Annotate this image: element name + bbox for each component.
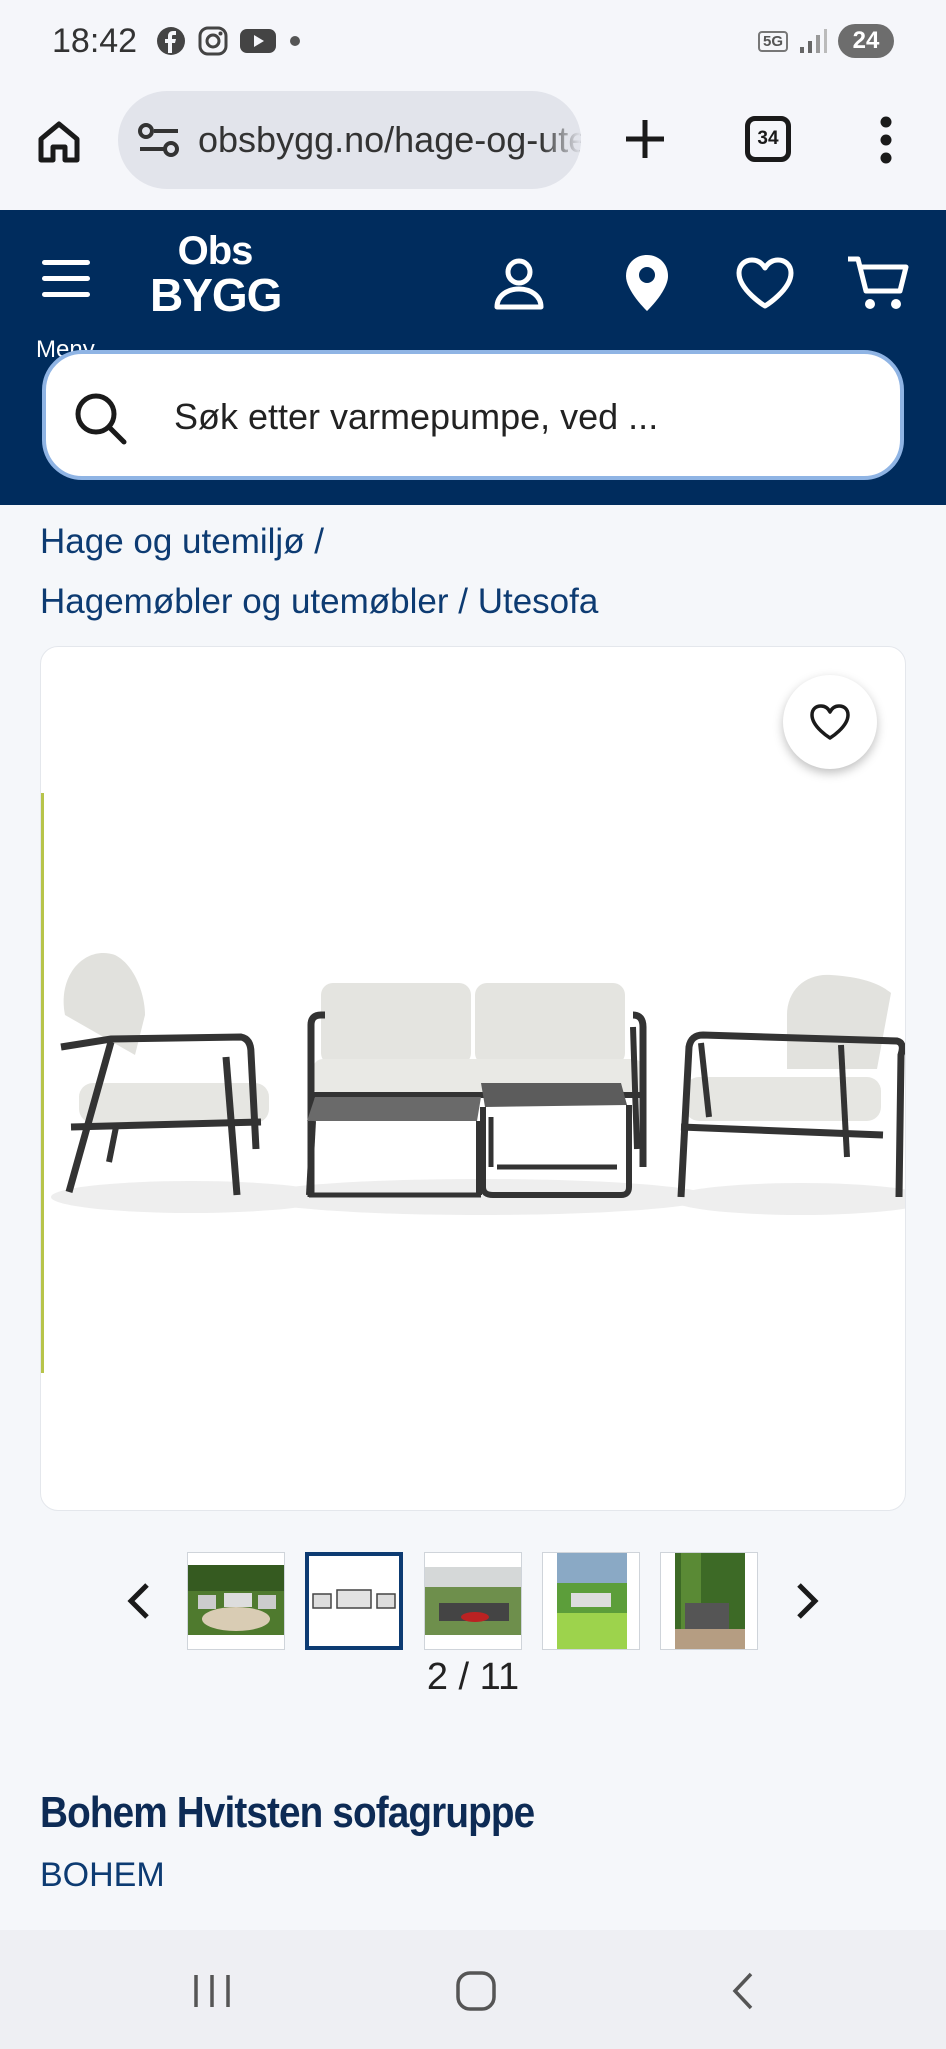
breadcrumb: Hage og utemiljø / Hagemøbler og utemøbl…	[40, 512, 920, 632]
thumbnail-2[interactable]	[305, 1552, 403, 1650]
product-brand[interactable]: BOHEM	[40, 1856, 165, 1895]
facebook-icon	[157, 27, 185, 55]
previous-image-button[interactable]	[118, 1576, 158, 1626]
product-photo	[51, 953, 905, 1215]
thumbnail-5[interactable]	[660, 1552, 758, 1650]
logo-line1: Obs	[177, 229, 254, 273]
thumbnail-image	[188, 1553, 284, 1649]
left-armchair	[60, 953, 269, 1196]
browser-toolbar: obsbygg.no/hage-og-utemiljo 34	[0, 88, 946, 210]
logo-line2: BYGG	[150, 269, 282, 321]
heart-icon	[810, 704, 850, 740]
system-nav-bar	[0, 1930, 946, 2049]
thumbnail-image	[661, 1553, 757, 1649]
home-nav-button[interactable]	[446, 1966, 506, 2016]
thumbnail-strip	[0, 1548, 946, 1654]
more-menu-button[interactable]	[866, 110, 906, 170]
thumbnail-image	[425, 1553, 521, 1649]
thumbnail-4[interactable]	[542, 1552, 640, 1650]
thumbnail-1[interactable]	[187, 1552, 285, 1650]
user-icon	[494, 258, 544, 310]
right-armchair	[677, 974, 905, 1198]
search-icon	[75, 393, 127, 445]
recent-apps-icon	[194, 1975, 230, 2007]
next-image-button[interactable]	[788, 1576, 828, 1626]
status-bar: 18:42 5G 24	[0, 0, 946, 88]
breadcrumb-item-hagemobler[interactable]: Hagemøbler og utemøbler	[40, 582, 449, 621]
product-main-image[interactable]	[40, 646, 906, 1511]
chevron-left-icon	[127, 1583, 149, 1619]
account-button[interactable]	[484, 248, 554, 318]
add-to-favorites-button[interactable]	[783, 675, 877, 769]
home-circle-icon	[456, 1971, 496, 2011]
breadcrumb-item-utesofa[interactable]: Utesofa	[478, 582, 599, 621]
cart-button[interactable]	[842, 248, 912, 318]
status-time: 18:42	[52, 22, 138, 60]
site-logo[interactable]: Obs BYGG	[150, 229, 282, 321]
site-header: Meny Obs BYGG Søk etter varmepumpe, ved …	[0, 210, 946, 505]
back-button[interactable]	[712, 1966, 772, 2016]
youtube-icon	[240, 29, 276, 53]
instagram-icon	[198, 26, 228, 56]
url-bar[interactable]: obsbygg.no/hage-og-utemiljo	[118, 91, 581, 189]
more-vertical-icon	[880, 116, 892, 164]
menu-button[interactable]: Meny	[32, 246, 106, 363]
recent-apps-button[interactable]	[182, 1966, 242, 2016]
search-bar[interactable]: Søk etter varmepumpe, ved ...	[42, 350, 904, 480]
network-badge: 5G	[757, 30, 788, 52]
product-title: Bohem Hvitsten sofagruppe	[40, 1788, 535, 1837]
cart-icon	[848, 256, 909, 309]
site-settings-icon	[138, 123, 179, 157]
hamburger-icon	[42, 260, 90, 308]
back-icon	[732, 1972, 753, 2010]
breadcrumb-separator: /	[304, 522, 325, 561]
search-placeholder: Søk etter varmepumpe, ved ...	[174, 396, 659, 437]
plus-icon	[626, 120, 664, 158]
thumbnail-3[interactable]	[424, 1552, 522, 1650]
url-fade	[541, 91, 581, 189]
location-pin-icon	[626, 255, 668, 311]
battery-badge: 24	[838, 24, 894, 58]
notification-icons	[156, 26, 302, 56]
chevron-right-icon	[797, 1583, 819, 1619]
thumbnail-image	[543, 1553, 639, 1649]
dot-icon	[290, 36, 300, 46]
image-counter: 2 / 11	[426, 1656, 520, 1698]
breadcrumb-item-hage[interactable]: Hage og utemiljø	[40, 522, 305, 561]
home-icon	[38, 121, 80, 163]
status-right: 5G 24	[757, 24, 894, 58]
home-button[interactable]	[30, 112, 88, 170]
heart-icon	[736, 257, 794, 309]
new-tab-button[interactable]	[616, 110, 674, 168]
thumbnail-image	[309, 1556, 399, 1646]
url-text: obsbygg.no/hage-og-utemiljo	[198, 119, 581, 160]
breadcrumb-separator: /	[448, 582, 478, 621]
favorites-button[interactable]	[730, 248, 800, 318]
signal-icon	[800, 29, 827, 53]
tab-switcher-button[interactable]: 34	[745, 116, 791, 162]
coffee-tables	[306, 1083, 632, 1198]
store-locator-button[interactable]	[612, 248, 682, 318]
